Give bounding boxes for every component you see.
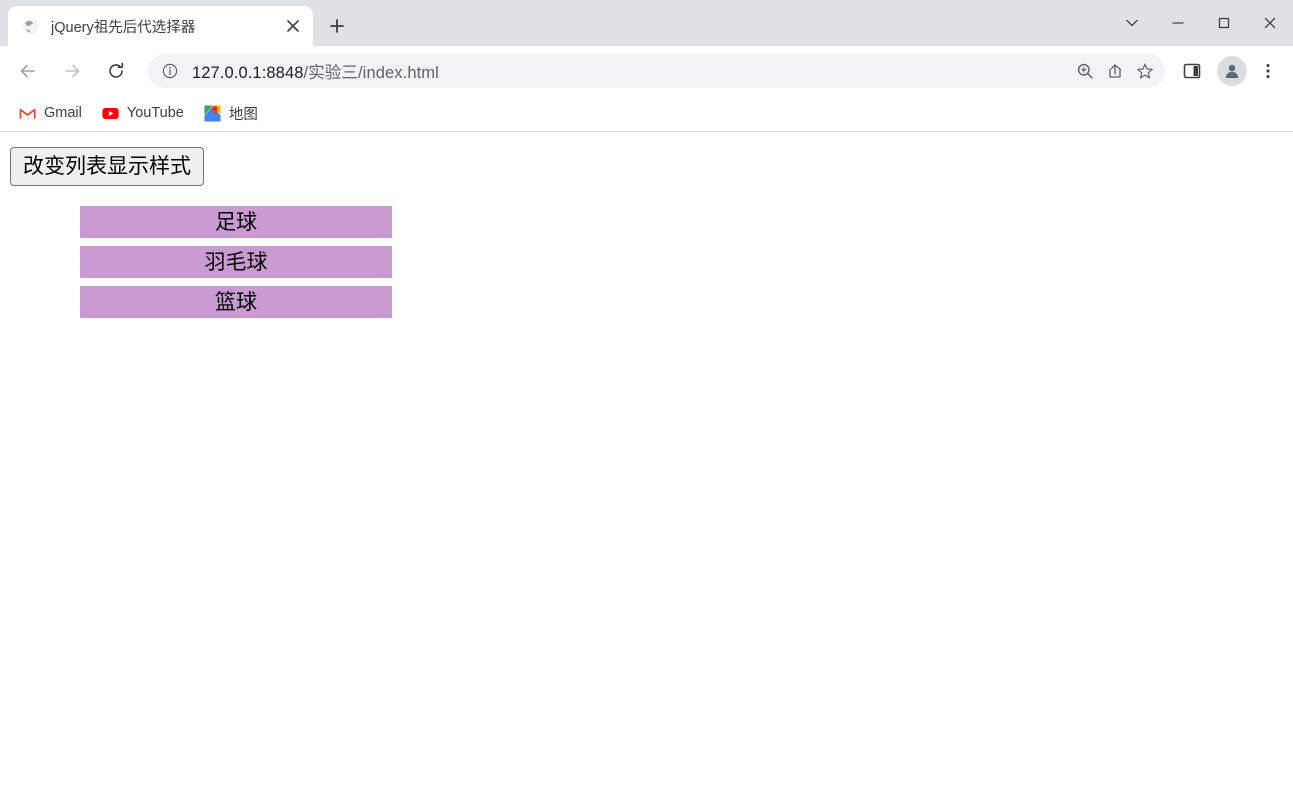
maximize-icon[interactable]	[1201, 0, 1247, 46]
list-item-label: 篮球	[215, 290, 257, 314]
list-item[interactable]: 羽毛球	[80, 246, 392, 278]
bookmark-maps[interactable]: 地图	[195, 99, 267, 127]
zoom-icon[interactable]	[1071, 57, 1099, 85]
bookmark-label: YouTube	[126, 105, 184, 121]
info-circle-icon[interactable]	[160, 61, 180, 81]
globe-icon	[22, 18, 39, 35]
tab-search-chevron-down-icon[interactable]	[1109, 0, 1155, 46]
three-dot-menu-icon[interactable]	[1251, 54, 1285, 88]
change-list-style-button[interactable]: 改变列表显示样式	[10, 147, 204, 186]
forward-arrow-icon[interactable]	[55, 54, 89, 88]
tab-close-icon[interactable]	[281, 14, 305, 38]
bookmark-youtube[interactable]: YouTube	[93, 99, 193, 127]
back-arrow-icon[interactable]	[11, 54, 45, 88]
page-content: 改变列表显示样式 足球 羽毛球 篮球	[0, 132, 1293, 793]
new-tab-button[interactable]	[322, 11, 352, 41]
bookmark-label: 地图	[228, 106, 258, 123]
list-item-label: 羽毛球	[204, 250, 268, 274]
list-item[interactable]: 篮球	[80, 286, 392, 318]
share-icon[interactable]	[1101, 57, 1129, 85]
window-controls	[1109, 0, 1293, 46]
bookmark-label: Gmail	[44, 105, 82, 121]
bookmark-gmail[interactable]: Gmail	[10, 99, 91, 127]
list-item-label: 足球	[215, 210, 257, 234]
sports-list: 足球 羽毛球 篮球	[40, 206, 392, 326]
side-panel-icon[interactable]	[1175, 54, 1209, 88]
gmail-icon	[19, 105, 36, 122]
list-item[interactable]: 足球	[80, 206, 392, 238]
url-host: 127.0.0.1:8848	[192, 63, 304, 82]
browser-toolbar: 127.0.0.1:8848/实验三/index.html	[0, 46, 1293, 95]
star-icon[interactable]	[1131, 57, 1159, 85]
browser-window: jQuery祖先后代选择器 127.0.0.1:8848/实验三/index.h…	[0, 0, 1293, 793]
bookmarks-bar: Gmail YouTube 地图	[0, 95, 1293, 132]
close-icon[interactable]	[1247, 0, 1293, 46]
avatar[interactable]	[1217, 55, 1247, 86]
minimize-icon[interactable]	[1155, 0, 1201, 46]
reload-icon[interactable]	[99, 54, 133, 88]
url-text: 127.0.0.1:8848/实验三/index.html	[192, 59, 439, 83]
browser-tab[interactable]: jQuery祖先后代选择器	[8, 6, 313, 46]
youtube-icon	[102, 105, 119, 122]
address-bar[interactable]: 127.0.0.1:8848/实验三/index.html	[148, 53, 1165, 88]
google-maps-icon	[204, 104, 221, 122]
tab-strip: jQuery祖先后代选择器	[0, 0, 1293, 46]
tab-title: jQuery祖先后代选择器	[51, 19, 196, 36]
url-path: /实验三/index.html	[303, 63, 439, 82]
